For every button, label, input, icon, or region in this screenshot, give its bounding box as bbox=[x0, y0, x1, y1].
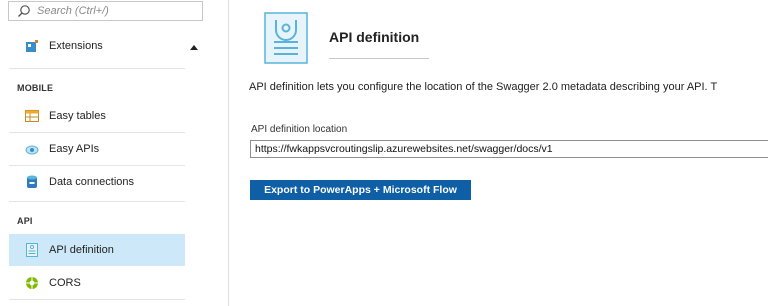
sidebar-item-label: API definition bbox=[49, 244, 114, 256]
extensions-icon bbox=[25, 39, 39, 53]
sidebar-item-data-connections[interactable]: Data connections bbox=[9, 166, 185, 198]
sidebar: Search (Ctrl+/) Extensions MOBILE Easy t… bbox=[0, 0, 205, 306]
sidebar-item-easy-tables[interactable]: Easy tables bbox=[9, 100, 185, 132]
api-definition-location-input[interactable] bbox=[250, 140, 768, 158]
title-underline bbox=[329, 58, 429, 59]
sidebar-item-extensions[interactable]: Extensions bbox=[9, 30, 185, 62]
search-icon bbox=[18, 5, 30, 17]
scroll-up-arrow-icon[interactable] bbox=[190, 45, 198, 50]
sidebar-item-label: Data connections bbox=[49, 176, 134, 188]
api-definition-icon bbox=[264, 12, 308, 64]
export-to-powerapps-button[interactable]: Export to PowerApps + Microsoft Flow bbox=[250, 180, 471, 200]
section-title-api: API bbox=[17, 216, 33, 226]
sidebar-item-easy-apis[interactable]: Easy APIs bbox=[9, 133, 185, 165]
sidebar-item-label: Easy tables bbox=[49, 110, 106, 122]
description-text: API definition lets you configure the lo… bbox=[249, 81, 718, 93]
api-definition-location-label: API definition location bbox=[251, 124, 348, 135]
divider bbox=[9, 68, 185, 69]
divider bbox=[9, 299, 185, 300]
sidebar-item-api-definition[interactable]: API definition bbox=[9, 234, 185, 266]
cloud-api-icon bbox=[25, 142, 39, 156]
search-placeholder: Search (Ctrl+/) bbox=[37, 5, 109, 17]
sidebar-item-label: Easy APIs bbox=[49, 143, 100, 155]
database-icon bbox=[25, 175, 39, 189]
sidebar-item-label: CORS bbox=[49, 277, 81, 289]
search-box[interactable]: Search (Ctrl+/) bbox=[8, 1, 203, 21]
sidebar-item-label: Extensions bbox=[49, 40, 103, 52]
blade-separator bbox=[228, 0, 229, 306]
section-title-mobile: MOBILE bbox=[17, 83, 54, 93]
api-definition-icon bbox=[25, 243, 39, 257]
page-title: API definition bbox=[329, 29, 420, 45]
sidebar-item-cors[interactable]: CORS bbox=[9, 267, 185, 299]
table-icon bbox=[25, 109, 39, 123]
cors-icon bbox=[25, 276, 39, 290]
divider bbox=[9, 201, 185, 202]
